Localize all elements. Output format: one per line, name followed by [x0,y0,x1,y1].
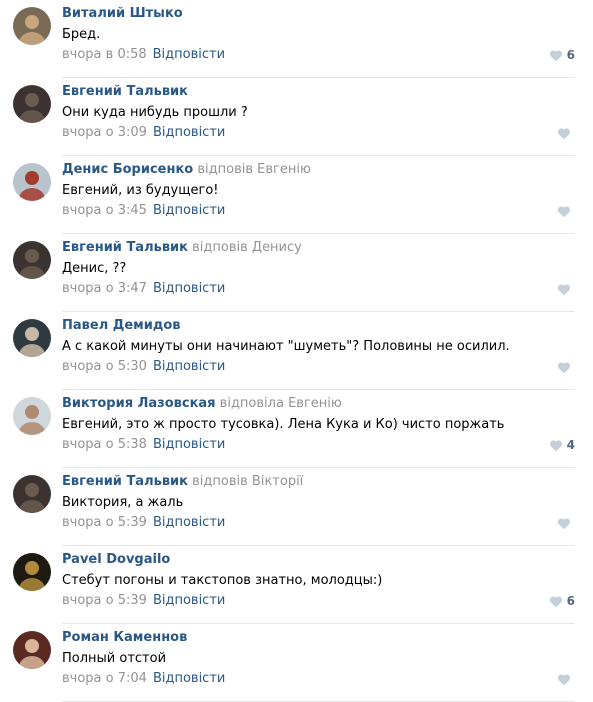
avatar[interactable] [13,475,51,513]
reply-button[interactable]: Відповісти [153,359,225,374]
avatar[interactable] [13,397,51,435]
heart-icon [549,595,563,608]
reply-button[interactable]: Відповісти [153,203,225,218]
comment-meta: вчора о 5:38 Відповісти [62,436,225,453]
like-button[interactable] [557,515,575,531]
comment-item: Евгений Тальвик Они куда нибудь прошли ?… [0,78,593,156]
comment-item: Виктория Лазовская відповіла Евгенію Евге… [0,390,593,468]
comment-timestamp[interactable]: вчора о 3:45 [62,203,147,218]
like-button[interactable]: 6 [549,47,575,63]
like-count: 4 [566,438,575,452]
author-name[interactable]: Виктория Лазовская [62,396,216,411]
author-line: Евгений Тальвик відповів Вікторії [62,473,303,490]
heart-icon [557,127,571,140]
heart-icon [549,439,563,452]
comment-meta: вчора о 3:45 Відповісти [62,202,225,219]
author-line: Павел Демидов [62,317,181,334]
comment-meta: вчора о 5:30 Відповісти [62,358,225,375]
reply-button[interactable]: Відповісти [153,515,225,530]
author-line: Евгений Тальвик [62,83,188,100]
comment-text: Виктория, а жаль [62,495,184,510]
author-line: Денис Борисенко відповів Евгенію [62,161,311,178]
comment-text: Бред. [62,27,101,42]
reply-button[interactable]: Відповісти [153,437,225,452]
reply-to-label: відповіла Евгенію [219,396,342,411]
author-name[interactable]: Pavel Dovgailo [62,552,170,567]
avatar[interactable] [13,85,51,123]
author-line: Виталий Штыко [62,5,183,22]
heart-icon [549,49,563,62]
reply-button[interactable]: Відповісти [153,281,225,296]
comment-meta: вчора о 3:09 Відповісти [62,124,225,141]
author-name[interactable]: Евгений Тальвик [62,84,188,99]
comment-timestamp[interactable]: вчора о 5:39 [62,515,147,530]
like-button[interactable] [557,125,575,141]
like-button[interactable] [557,203,575,219]
author-line: Pavel Dovgailo [62,551,170,568]
comment-timestamp[interactable]: вчора о 3:47 [62,281,147,296]
comment-item: Евгений Тальвик відповів Денису Денис, ??… [0,234,593,312]
comment-text: Стебут погоны и такстопов знатно, молодц… [62,573,383,588]
avatar[interactable] [13,7,51,45]
reply-to-label: відповів Евгенію [197,162,311,177]
author-name[interactable]: Роман Каменнов [62,630,187,645]
heart-icon [557,283,571,296]
avatar[interactable] [13,631,51,669]
reply-to-label: відповів Денису [192,240,302,255]
comment-timestamp[interactable]: вчора о 5:39 [62,593,147,608]
author-name[interactable]: Евгений Тальвик [62,474,188,489]
author-name[interactable]: Евгений Тальвик [62,240,188,255]
like-button[interactable]: 6 [549,593,575,609]
comment-meta: вчора о 5:39 Відповісти [62,592,225,609]
comment-text: Они куда нибудь прошли ? [62,105,248,120]
heart-icon [557,517,571,530]
like-button[interactable] [557,281,575,297]
heart-icon [557,361,571,374]
comment-text: А с какой минуты они начинают "шуметь"? … [62,339,510,354]
comments-list: Виталий Штыко Бред. вчора в 0:58 Відповіст… [0,0,593,702]
avatar[interactable] [13,163,51,201]
comment-item: Pavel Dovgailo Стебут погоны и такстопов… [0,546,593,624]
comment-meta: вчора в 0:58 Відповісти [62,46,225,63]
comment-meta: вчора о 3:47 Відповісти [62,280,225,297]
comment-timestamp[interactable]: вчора о 5:38 [62,437,147,452]
comment-text: Полный отстой [62,651,167,666]
author-name[interactable]: Денис Борисенко [62,162,193,177]
comment-timestamp[interactable]: вчора о 7:04 [62,671,147,686]
reply-button[interactable]: Відповісти [153,593,225,608]
author-line: Роман Каменнов [62,629,187,646]
comment-timestamp[interactable]: вчора о 5:30 [62,359,147,374]
author-name[interactable]: Павел Демидов [62,318,181,333]
like-button[interactable] [557,671,575,687]
comment-item: Роман Каменнов Полный отстой вчора о 7:04… [0,624,593,702]
reply-to-label: відповів Вікторії [192,474,304,489]
author-line: Евгений Тальвик відповів Денису [62,239,302,256]
reply-button[interactable]: Відповісти [153,47,225,62]
comment-meta: вчора о 5:39 Відповісти [62,514,225,531]
comment-item: Евгений Тальвик відповів Вікторії Виктори… [0,468,593,546]
comment-text: Денис, ?? [62,261,127,276]
comment-text: Евгений, это ж просто тусовка). Лена Кук… [62,417,505,432]
comment-meta: вчора о 7:04 Відповісти [62,670,225,687]
heart-icon [557,673,571,686]
like-button[interactable]: 4 [549,437,575,453]
comment-item: Денис Борисенко відповів Евгенію Евгений,… [0,156,593,234]
comment-timestamp[interactable]: вчора в 0:58 [62,47,147,62]
reply-button[interactable]: Відповісти [153,671,225,686]
heart-icon [557,205,571,218]
author-line: Виктория Лазовская відповіла Евгенію [62,395,342,412]
comment-item: Виталий Штыко Бред. вчора в 0:58 Відповіст… [0,0,593,78]
reply-button[interactable]: Відповісти [153,125,225,140]
author-name[interactable]: Виталий Штыко [62,6,183,21]
avatar[interactable] [13,319,51,357]
comment-timestamp[interactable]: вчора о 3:09 [62,125,147,140]
comment-text: Евгений, из будущего! [62,183,219,198]
avatar[interactable] [13,553,51,591]
like-count: 6 [566,48,575,62]
like-button[interactable] [557,359,575,375]
comment-item: Павел Демидов А с какой минуты они начин… [0,312,593,390]
like-count: 6 [566,594,575,608]
avatar[interactable] [13,241,51,279]
